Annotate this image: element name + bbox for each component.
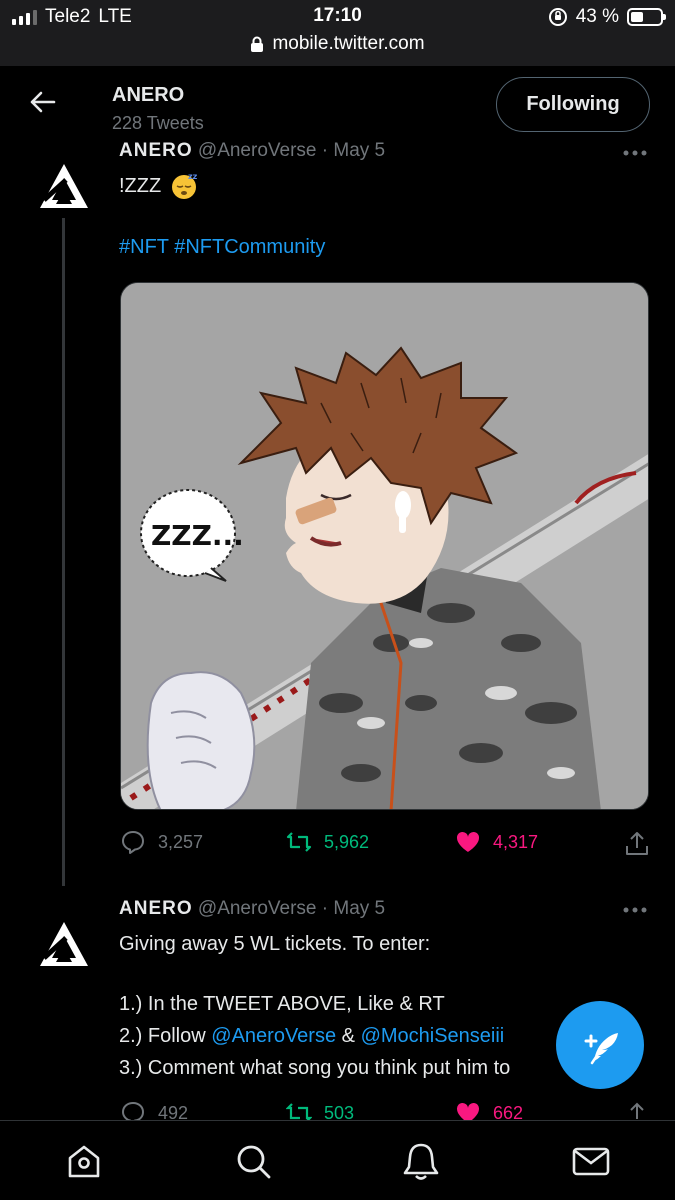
mail-icon[interactable] — [571, 1141, 611, 1181]
share-icon[interactable] — [624, 1102, 650, 1120]
reply-icon — [121, 1101, 145, 1120]
more-icon[interactable] — [623, 907, 647, 913]
reply-count: 492 — [158, 1102, 189, 1121]
retweet-count: 503 — [324, 1102, 355, 1121]
like-count: 662 — [493, 1102, 524, 1121]
bell-icon[interactable] — [401, 1141, 441, 1181]
like-button[interactable]: 662 — [455, 1100, 523, 1120]
mention-link[interactable]: @MochiSenseiii — [361, 1025, 505, 1047]
tweet[interactable]: ANERO @AneroVerse · May 5 Giving away 5 … — [0, 0, 675, 1120]
compose-feather-icon — [584, 1033, 618, 1065]
tweet-text-line: 2.) Follow @AneroVerse & @MochiSenseiii — [119, 1020, 504, 1052]
author-name[interactable]: ANERO — [119, 898, 193, 919]
heart-icon — [456, 1102, 480, 1120]
tweet-text-line: 3.) Comment what song you think put him … — [119, 1057, 511, 1079]
retweet-icon — [286, 1103, 312, 1120]
tweet-text-line: 1.) In the TWEET ABOVE, Like & RT — [119, 993, 445, 1015]
author-handle[interactable]: @AneroVerse — [198, 898, 317, 919]
search-icon[interactable] — [233, 1141, 273, 1181]
follow-instruction: 2.) Follow — [119, 1025, 206, 1047]
home-icon[interactable] — [64, 1141, 104, 1181]
avatar[interactable] — [36, 916, 92, 972]
retweet-button[interactable]: 503 — [286, 1100, 354, 1120]
tweet-date[interactable]: May 5 — [333, 898, 385, 919]
compose-tweet-button[interactable] — [556, 1001, 644, 1089]
mention-link[interactable]: @AneroVerse — [211, 1025, 336, 1047]
tweet-text-line: Giving away 5 WL tickets. To enter: — [119, 933, 431, 955]
bottom-nav — [0, 1120, 675, 1200]
tweet-actions: 492 503 662 — [120, 1100, 650, 1120]
separator: · — [321, 898, 334, 919]
ampersand: & — [341, 1025, 355, 1047]
tweet-header: ANERO @AneroVerse · May 5 — [119, 898, 385, 920]
reply-button[interactable]: 492 — [120, 1100, 188, 1120]
